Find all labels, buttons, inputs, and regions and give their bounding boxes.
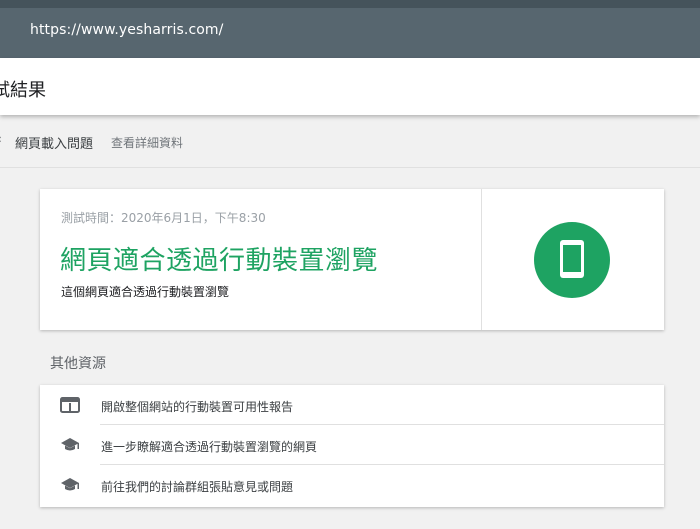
browser-frame-strip	[0, 0, 700, 8]
graduation-cap-icon	[61, 478, 79, 491]
issues-bar: ‹ 網頁載入問題 查看詳細資料	[0, 115, 700, 168]
other-resources-title: 其他資源	[50, 356, 106, 372]
graduation-cap-icon	[61, 438, 79, 451]
page-loading-issues-label[interactable]: 網頁載入問題	[15, 133, 93, 152]
result-headline: 網頁適合透過行動裝置瀏覽	[60, 246, 379, 276]
page-header: 試結果	[0, 58, 700, 115]
result-card: 測試時間：2020年6月1日，下午8:30 網頁適合透過行動裝置瀏覽 這個網頁適…	[40, 189, 664, 330]
chevron-left-icon[interactable]: ‹	[0, 132, 2, 146]
view-details-link[interactable]: 查看詳細資料	[111, 134, 183, 151]
resource-label[interactable]: 前往我們的討論群組張貼意見或問題	[101, 478, 293, 495]
resource-label[interactable]: 開啟整個網站的行動裝置可用性報告	[101, 398, 293, 415]
page-title: 試結果	[0, 80, 46, 101]
resource-item-discussion-group[interactable]: 前往我們的討論群組張貼意見或問題	[40, 465, 664, 505]
web-page-icon	[60, 397, 80, 413]
resource-label[interactable]: 進一步瞭解適合透過行動裝置瀏覽的網頁	[101, 438, 317, 455]
smartphone-icon	[534, 222, 610, 298]
resource-item-usability-report[interactable]: 開啟整個網站的行動裝置可用性報告	[40, 385, 664, 425]
result-subtitle: 這個網頁適合透過行動裝置瀏覽	[61, 285, 230, 299]
card-divider	[481, 189, 482, 330]
browser-address-bar: https://www.yesharris.com/	[0, 0, 700, 58]
resources-list: 開啟整個網站的行動裝置可用性報告 進一步瞭解適合透過行動裝置瀏覽的網頁 前往我們…	[40, 385, 664, 507]
resource-item-learn-more[interactable]: 進一步瞭解適合透過行動裝置瀏覽的網頁	[40, 425, 664, 465]
test-time: 測試時間：2020年6月1日，下午8:30	[61, 211, 266, 225]
url-text[interactable]: https://www.yesharris.com/	[30, 22, 223, 38]
